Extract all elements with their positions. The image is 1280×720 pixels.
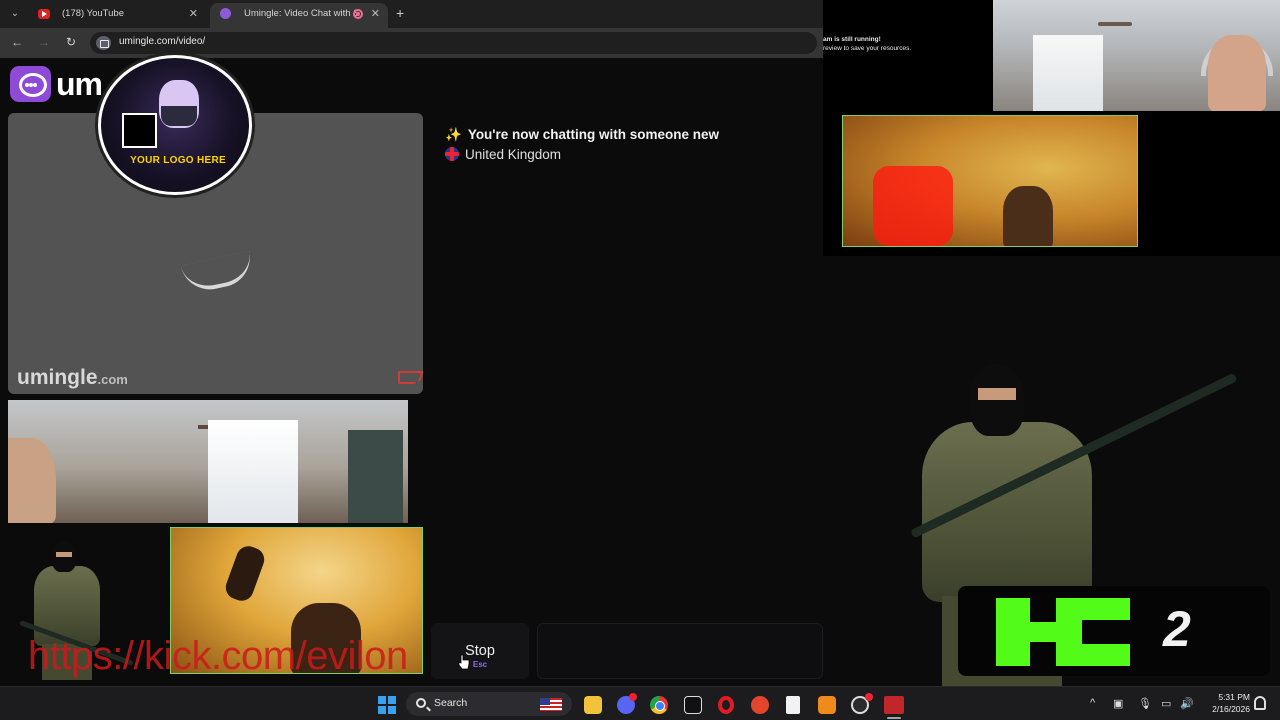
taskbar-search[interactable]: Search bbox=[406, 692, 572, 716]
capcut-icon[interactable] bbox=[684, 696, 702, 714]
tab-youtube[interactable]: (178) YouTube ✕ bbox=[28, 3, 206, 28]
streamer-logo-badge: YOUR LOGO HERE bbox=[95, 52, 255, 198]
webcam-feed-main bbox=[993, 0, 1280, 111]
back-button[interactable]: ← bbox=[9, 35, 25, 49]
k2-number: 2 bbox=[1163, 601, 1191, 657]
chat-panel: ✨ You're now chatting with someone new Un… bbox=[431, 113, 823, 619]
youtube-icon bbox=[38, 9, 50, 19]
report-flag-icon[interactable] bbox=[398, 371, 416, 384]
file-explorer-icon[interactable] bbox=[584, 696, 602, 714]
kick-url-overlay: https://kick.com/evilon bbox=[28, 634, 408, 678]
background-notice: am is still running! review to save your … bbox=[823, 36, 912, 52]
sparkles-icon: ✨ bbox=[445, 127, 462, 142]
opera-icon[interactable] bbox=[718, 696, 734, 714]
clock-time: 5:31 PM bbox=[1218, 692, 1250, 702]
windows-taskbar: Search ^ ▣ 🎙 ▭ 🔊 5:31 PM 2/16/2026 bbox=[0, 686, 1280, 720]
clock-date: 2/16/2026 bbox=[1212, 704, 1250, 714]
chat-status-message: ✨ You're now chatting with someone new bbox=[445, 127, 720, 142]
tray-app-icon[interactable]: ▣ bbox=[1113, 697, 1123, 710]
voicemod-icon[interactable] bbox=[884, 696, 904, 714]
umingle-favicon-icon bbox=[220, 8, 231, 19]
stop-shortcut-hint: Esc bbox=[472, 660, 488, 669]
active-app-indicator bbox=[887, 717, 901, 719]
us-flag-icon bbox=[540, 698, 562, 711]
site-logo-text[interactable]: um bbox=[56, 66, 103, 103]
tab-label: (178) YouTube bbox=[62, 8, 124, 19]
partner-video-feed bbox=[842, 115, 1138, 247]
reload-button[interactable]: ↻ bbox=[63, 35, 79, 49]
notification-bell-icon[interactable] bbox=[1254, 696, 1266, 710]
browser-tab-bar: ⌄ (178) YouTube ✕ Umingle: Video Chat wi… bbox=[0, 0, 823, 28]
search-label: Search bbox=[434, 697, 468, 709]
tab-close-icon[interactable]: ✕ bbox=[189, 3, 198, 25]
search-icon bbox=[416, 698, 426, 708]
video-watermark: umingle.com bbox=[17, 366, 128, 389]
red-app-icon[interactable] bbox=[751, 696, 769, 714]
site-info-icon[interactable] bbox=[96, 36, 111, 50]
volume-icon[interactable]: 🔊 bbox=[1180, 697, 1194, 710]
taskbar-clock[interactable]: 5:31 PM 2/16/2026 bbox=[1200, 691, 1250, 715]
chrome-icon[interactable] bbox=[650, 696, 668, 714]
hand-cursor-icon bbox=[458, 654, 470, 670]
loading-spinner-icon bbox=[180, 251, 256, 295]
recording-badge bbox=[865, 693, 873, 701]
tab-close-icon[interactable]: ✕ bbox=[371, 3, 380, 25]
new-tab-button[interactable]: + bbox=[396, 5, 404, 21]
partner-country: United Kingdom bbox=[445, 147, 561, 162]
orange-app-icon[interactable] bbox=[818, 696, 836, 714]
umingle-logo-icon[interactable] bbox=[10, 66, 51, 102]
notification-badge bbox=[629, 693, 637, 701]
forward-button[interactable]: → bbox=[36, 35, 52, 49]
chat-controls: Stop Esc bbox=[431, 619, 823, 681]
tab-search-menu[interactable]: ⌄ bbox=[6, 6, 24, 22]
network-icon[interactable]: ▭ bbox=[1161, 697, 1171, 710]
recording-indicator-icon bbox=[353, 9, 363, 19]
message-input[interactable] bbox=[537, 623, 823, 679]
url-field[interactable]: umingle.com/video/ bbox=[90, 32, 817, 54]
logo-placeholder-text: YOUR LOGO HERE bbox=[130, 155, 226, 166]
webcam-feed-room bbox=[8, 400, 408, 523]
kick-logo-icon bbox=[996, 598, 1130, 666]
address-bar: ← → ↻ umingle.com/video/ bbox=[0, 28, 823, 58]
tab-umingle[interactable]: Umingle: Video Chat with S ✕ bbox=[210, 3, 388, 28]
microphone-icon[interactable]: 🎙 bbox=[1138, 697, 1152, 710]
tray-chevron-icon[interactable]: ^ bbox=[1090, 697, 1095, 709]
tab-label: Umingle: Video Chat with S bbox=[244, 8, 360, 19]
file-icon[interactable] bbox=[786, 696, 800, 714]
start-button[interactable] bbox=[378, 696, 396, 714]
stop-button-label: Stop bbox=[465, 643, 495, 659]
uk-flag-icon bbox=[445, 147, 459, 161]
screen: ⌄ (178) YouTube ✕ Umingle: Video Chat wi… bbox=[0, 0, 1280, 720]
url-text: umingle.com/video/ bbox=[119, 36, 206, 47]
stop-button[interactable]: Stop Esc bbox=[431, 623, 529, 679]
